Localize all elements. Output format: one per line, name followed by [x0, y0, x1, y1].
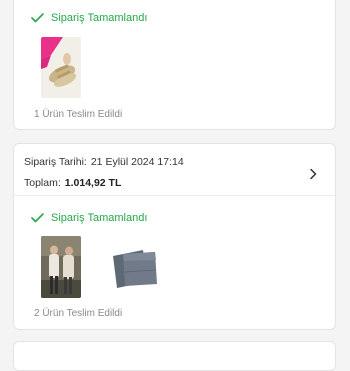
order-status-label: Sipariş Tamamlandı: [51, 212, 148, 224]
product-thumbnail[interactable]: [111, 248, 159, 290]
order-card[interactable]: Sipariş Tarihi: 21 Eylül 2024 17:14 Topl…: [13, 143, 336, 330]
order-card[interactable]: [13, 341, 336, 371]
order-status: Sipariş Tamamlandı: [31, 12, 147, 24]
product-thumbnail[interactable]: [41, 236, 81, 298]
order-total-label: Toplam:: [24, 177, 61, 189]
delivered-count: 1 Ürün Teslim Edildi: [34, 109, 123, 120]
order-total-value: 1.014,92 TL: [64, 177, 122, 189]
product-thumbnail[interactable]: [41, 37, 81, 98]
order-card[interactable]: Sipariş Tamamlandı 1 Ürün Teslim Edildi: [13, 0, 336, 130]
check-icon: [31, 213, 44, 223]
check-icon: [31, 13, 44, 23]
chevron-right-icon[interactable]: [309, 168, 317, 180]
delivered-count: 2 Ürün Teslim Edildi: [34, 308, 123, 319]
order-date-label: Sipariş Tarihi:: [24, 156, 87, 168]
divider: [14, 195, 335, 196]
order-date-row: Sipariş Tarihi: 21 Eylül 2024 17:14: [24, 155, 184, 169]
order-date-value: 21 Eylül 2024 17:14: [90, 156, 184, 168]
order-status-label: Sipariş Tamamlandı: [51, 12, 148, 24]
order-summary: Sipariş Tarihi: 21 Eylül 2024 17:14 Topl…: [24, 155, 184, 190]
order-total-row: Toplam: 1.014,92 TL: [24, 176, 184, 190]
order-status: Sipariş Tamamlandı: [31, 212, 147, 224]
